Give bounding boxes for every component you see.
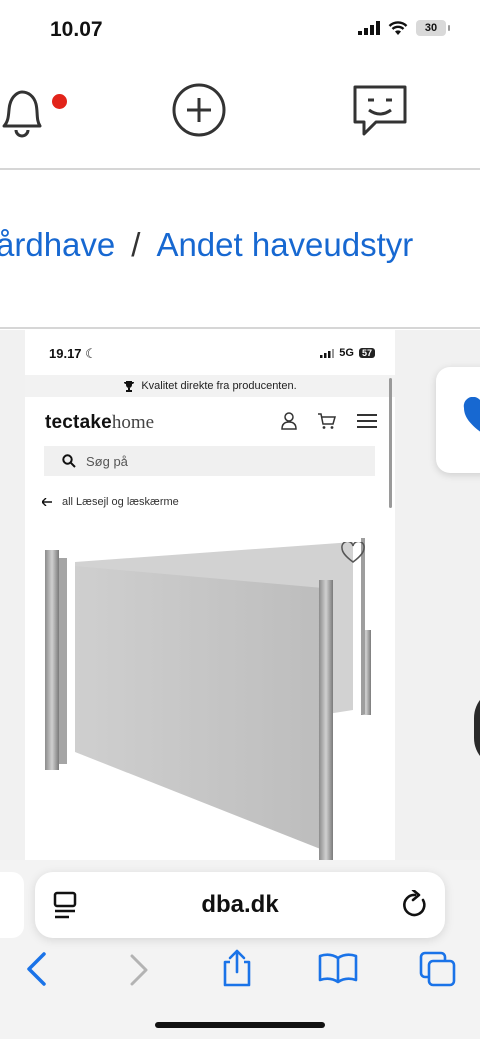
embedded-network: 5G: [339, 347, 354, 359]
brand-logo: tectakehome: [45, 412, 154, 434]
brand-bold: tectake: [45, 412, 112, 433]
divider-bottom: [0, 327, 480, 329]
url-text[interactable]: dba.dk: [35, 891, 445, 919]
breadcrumb-parent-link[interactable]: årdhave: [0, 226, 115, 263]
breadcrumb-current-link[interactable]: Andet haveudstyr: [156, 226, 413, 263]
embedded-status-time: 19.17 ☾: [49, 346, 97, 362]
add-listing-icon[interactable]: [172, 83, 226, 137]
search-icon: [62, 454, 76, 468]
bookmarks-icon[interactable]: [318, 952, 358, 984]
back-icon[interactable]: [24, 952, 48, 986]
breadcrumb-separator: /: [131, 226, 141, 263]
embedded-header-icons: [281, 412, 377, 430]
battery-icon: 30: [416, 20, 450, 36]
user-icon: [281, 412, 297, 430]
favorite-heart-icon: [341, 542, 365, 563]
embedded-scrollbar: [389, 378, 392, 508]
product-image: [45, 538, 371, 860]
embedded-time-text: 19.17: [49, 346, 82, 361]
breadcrumb: årdhave / Andet haveudstyr: [0, 226, 413, 264]
cart-icon: [318, 413, 336, 429]
embedded-back-text: all Læsejl og læskærme: [62, 496, 179, 508]
notification-badge: [52, 94, 67, 109]
heart-icon: [463, 397, 480, 432]
browser-toolbar: [0, 948, 480, 992]
promo-text: Kvalitet direkte fra producenten.: [141, 380, 297, 392]
listing-image[interactable]: 19.17 ☾ 5G 57 Kvalitet direkte fra produ…: [25, 330, 395, 860]
next-image-card[interactable]: [436, 367, 480, 473]
embedded-back-link: all Læsejl og læskærme: [42, 496, 179, 508]
status-icons: 30: [358, 20, 450, 36]
top-action-bar: [0, 80, 480, 140]
promo-banner: Kvalitet direkte fra producenten.: [25, 375, 395, 397]
embedded-signal-icon: [320, 348, 335, 358]
trophy-icon: [124, 380, 135, 392]
share-icon[interactable]: [220, 948, 254, 988]
wifi-icon: [388, 20, 408, 35]
previous-tab-preview[interactable]: [0, 872, 24, 938]
cellular-signal-icon: [358, 21, 380, 35]
divider-top: [0, 168, 480, 170]
forward-icon[interactable]: [128, 954, 150, 986]
embedded-status-icons: 5G 57: [320, 347, 375, 359]
tabs-icon[interactable]: [419, 951, 457, 987]
reload-icon[interactable]: [401, 890, 429, 920]
arrow-left-icon: [42, 498, 52, 506]
embedded-search-field: Søg på: [44, 446, 375, 476]
address-bar[interactable]: dba.dk: [35, 872, 445, 938]
embedded-battery: 57: [358, 348, 375, 358]
messages-icon[interactable]: [352, 84, 408, 138]
brand-light: home: [111, 412, 155, 433]
embedded-search-placeholder: Søg på: [86, 453, 128, 469]
status-time: 10.07: [50, 18, 103, 41]
menu-icon: [357, 414, 377, 428]
home-indicator: [155, 1022, 325, 1028]
moon-icon: ☾: [85, 346, 97, 361]
battery-level: 30: [424, 22, 438, 34]
bell-icon[interactable]: [0, 86, 44, 138]
